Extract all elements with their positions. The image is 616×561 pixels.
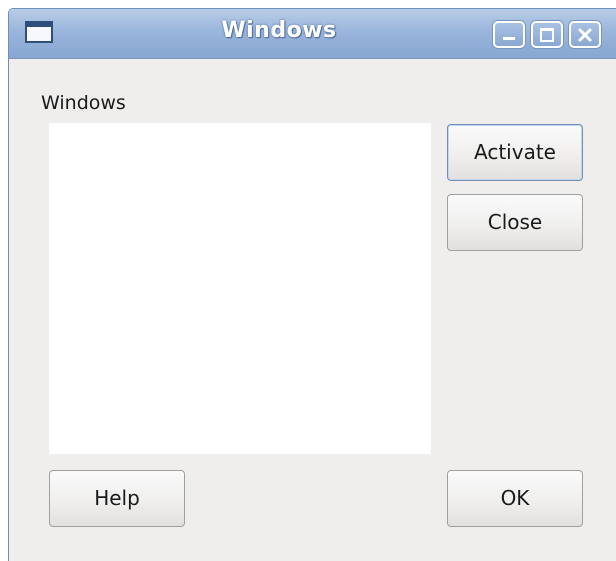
close-window-button[interactable] — [569, 21, 601, 48]
window-title: Windows — [221, 18, 337, 43]
ok-button[interactable]: OK — [447, 470, 583, 527]
help-button[interactable]: Help — [49, 470, 185, 527]
title-bar[interactable]: Windows — [9, 9, 616, 59]
windows-list-label: Windows — [41, 92, 126, 114]
windows-dialog: Windows Windows Activate Close Help OK — [8, 8, 616, 561]
close-button[interactable]: Close — [447, 194, 583, 251]
activate-button[interactable]: Activate — [447, 124, 583, 181]
minimize-button[interactable] — [493, 21, 525, 48]
windows-list[interactable] — [49, 123, 431, 454]
window-menu-icon[interactable] — [25, 21, 53, 43]
maximize-button[interactable] — [531, 21, 563, 48]
close-icon — [578, 28, 592, 42]
